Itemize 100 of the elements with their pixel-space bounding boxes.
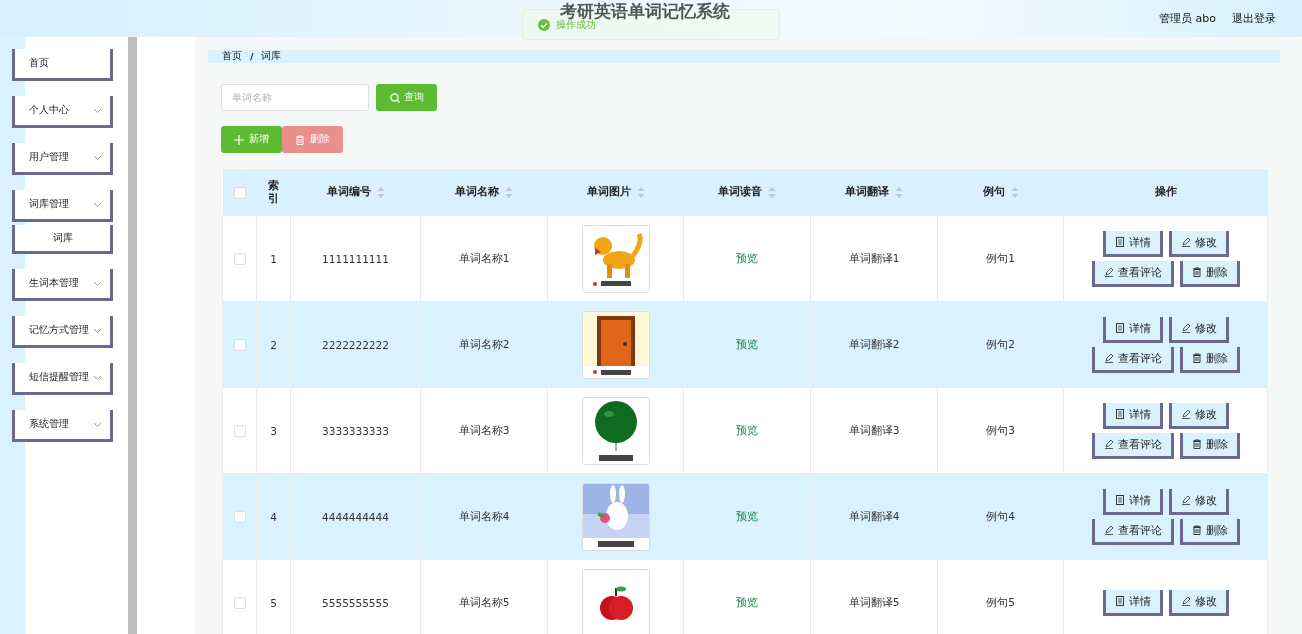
column-header[interactable]: 单词编号 [326,185,371,199]
checkbox[interactable] [233,597,246,609]
search-icon [389,92,400,103]
trash-icon [295,134,305,145]
pencil-icon [1180,323,1191,333]
check-circle-icon [538,18,550,31]
word-name: 单词名称3 [458,423,510,436]
menu-item[interactable]: 个人中心 [12,96,113,128]
example-sentence: 例句4 [986,509,1015,522]
plus-icon [234,134,244,145]
edit-button[interactable]: 修改 [1168,316,1229,343]
sort-icon [376,186,385,198]
pencil-icon [1103,267,1114,277]
menu-item[interactable]: 短信提醒管理 [12,363,113,395]
preview-link[interactable]: 预览 [736,509,758,522]
document-icon [1114,409,1125,419]
comment-button[interactable]: 查看评论 [1091,346,1174,373]
sort-icon [895,186,903,198]
menu-item[interactable]: 用户管理 [12,143,113,175]
detail-button[interactable]: 详情 [1102,402,1163,429]
menu-item[interactable]: 首页 [12,49,113,81]
column-header[interactable]: 例句 [982,185,1005,199]
edit-button[interactable]: 修改 [1168,488,1229,515]
word-translation: 单词翻译4 [848,509,900,522]
word-translation: 单词翻译3 [848,423,900,436]
document-icon [1114,596,1125,606]
trash-icon [1191,267,1202,277]
word-translation: 单词翻译2 [848,337,900,350]
preview-link[interactable]: 预览 [736,251,758,264]
breadcrumb-separator: / [250,51,254,62]
column-header[interactable]: 单词名称 [455,185,499,199]
chevron-down-icon [93,154,102,161]
breadcrumb-item[interactable]: 词库 [261,50,282,63]
delete-button[interactable]: 删除 [1179,346,1240,373]
logout-link[interactable]: 退出登录 [1232,11,1276,26]
pencil-icon [1180,495,1191,505]
word-name: 单词名称1 [458,251,510,264]
menu-item[interactable]: 记忆方式管理 [12,316,113,348]
chevron-down-icon [93,421,102,428]
trash-icon [1191,353,1202,363]
menu-item[interactable]: 生词本管理 [12,269,113,301]
pencil-icon [1180,409,1191,419]
document-icon [1114,323,1125,333]
chevron-down-icon [93,327,102,334]
menu-item[interactable]: 词库管理 [12,190,113,222]
word-code: 2222222222 [322,338,389,351]
delete-button[interactable]: 删除 [1179,260,1240,287]
delete-button[interactable]: 删除 [1179,432,1240,459]
menu-item[interactable]: 系统管理 [12,410,113,442]
preview-link[interactable]: 预览 [736,595,758,608]
word-name: 单词名称4 [458,509,510,522]
search-field[interactable]: 单词名称 [221,84,369,111]
document-icon [1114,237,1125,247]
detail-button[interactable]: 详情 [1102,230,1163,257]
trash-icon [1191,525,1202,535]
word-name: 单词名称2 [458,337,510,350]
word-code: 3333333333 [322,424,389,437]
example-sentence: 例句1 [986,251,1015,264]
detail-button[interactable]: 详情 [1102,589,1163,616]
comment-button[interactable]: 查看评论 [1091,260,1174,287]
checkbox[interactable] [233,425,246,437]
column-header[interactable]: 单词图片 [586,185,631,199]
comment-button[interactable]: 查看评论 [1091,432,1174,459]
column-header[interactable]: 单词翻译 [845,185,889,199]
pencil-icon [1180,596,1191,606]
sort-icon [505,186,513,198]
checkbox[interactable] [233,253,246,265]
chevron-down-icon [93,280,102,287]
breadcrumb-item[interactable]: 首页 [222,50,242,63]
word-translation: 单词翻译5 [848,595,900,608]
preview-link[interactable]: 预览 [736,423,758,436]
preview-link[interactable]: 预览 [736,337,758,350]
comment-button[interactable]: 查看评论 [1091,518,1174,545]
row-index: 5 [270,596,277,609]
chevron-down-icon [93,107,102,114]
checkbox[interactable] [233,511,246,523]
example-sentence: 例句2 [986,337,1015,350]
detail-button[interactable]: 详情 [1102,316,1163,343]
pencil-icon [1180,237,1191,247]
submenu-item[interactable]: 词库 [12,225,113,254]
example-sentence: 例句3 [986,423,1015,436]
edit-button[interactable]: 修改 [1168,589,1229,616]
delete-button[interactable]: 删除 [1179,518,1240,545]
example-sentence: 例句5 [986,595,1015,608]
edit-button[interactable]: 修改 [1168,230,1229,257]
checkbox[interactable] [233,186,246,199]
word-code: 1111111111 [322,252,389,265]
column-header[interactable]: 单词读音 [718,185,762,199]
column-header[interactable]: 索引 [267,179,280,205]
document-icon [1114,495,1125,505]
detail-button[interactable]: 详情 [1102,488,1163,515]
edit-button[interactable]: 修改 [1168,402,1229,429]
checkbox[interactable] [233,339,246,351]
trash-icon [1191,439,1202,449]
column-header[interactable]: 操作 [1154,185,1177,199]
sort-icon [636,186,645,198]
pencil-icon [1103,353,1114,363]
chevron-down-icon [93,201,102,208]
row-index: 1 [270,252,277,265]
user-label: 管理员 abo [1159,11,1216,26]
